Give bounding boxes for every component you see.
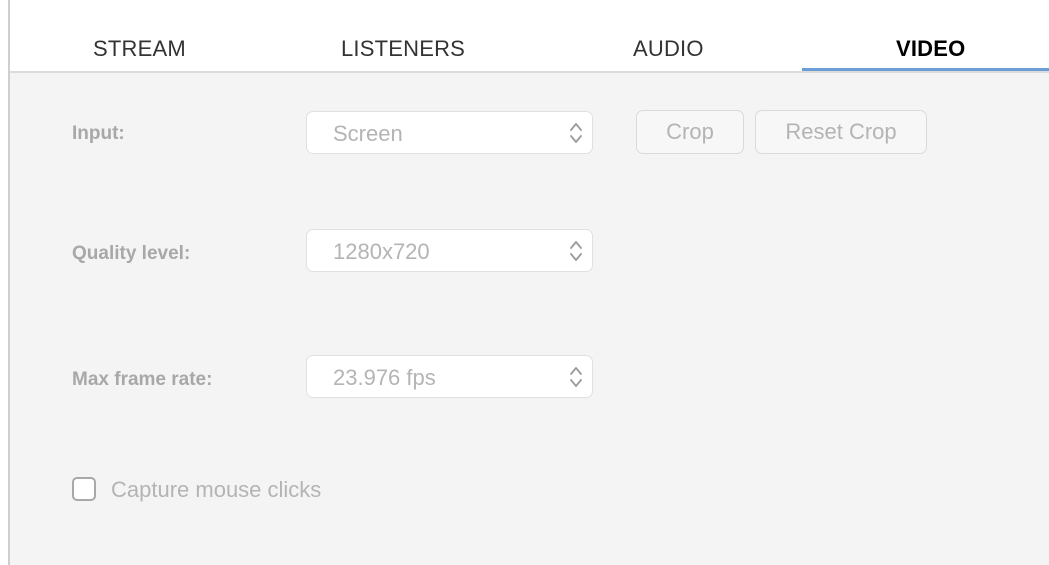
active-tab-indicator (802, 68, 1049, 71)
tab-stream[interactable]: STREAM (93, 36, 186, 62)
max-frame-rate-label: Max frame rate: (72, 369, 213, 390)
input-label: Input: (72, 123, 125, 144)
updown-chevron-icon (570, 367, 582, 387)
tab-video[interactable]: VIDEO (896, 36, 965, 62)
input-select-value: Screen (333, 121, 403, 146)
tab-bar: STREAM LISTENERS AUDIO VIDEO (10, 0, 1049, 73)
tab-listeners[interactable]: LISTENERS (341, 36, 465, 62)
max-frame-rate-select[interactable]: 23.976 fps (306, 355, 593, 398)
quality-level-select[interactable]: 1280x720 (306, 229, 593, 272)
input-select[interactable]: Screen (306, 111, 593, 154)
max-frame-rate-value: 23.976 fps (333, 365, 436, 390)
capture-mouse-clicks-checkbox[interactable] (72, 477, 96, 501)
quality-level-label: Quality level: (72, 243, 191, 264)
crop-button[interactable]: Crop (636, 110, 744, 154)
window-left-edge (0, 0, 10, 565)
updown-chevron-icon (570, 123, 582, 143)
capture-mouse-clicks-label: Capture mouse clicks (111, 477, 322, 502)
video-settings-panel: STREAM LISTENERS AUDIO VIDEO Input: Scre… (0, 0, 1049, 565)
quality-level-value: 1280x720 (333, 239, 430, 264)
reset-crop-button[interactable]: Reset Crop (755, 110, 927, 154)
tab-audio[interactable]: AUDIO (633, 36, 704, 62)
updown-chevron-icon (570, 241, 582, 261)
